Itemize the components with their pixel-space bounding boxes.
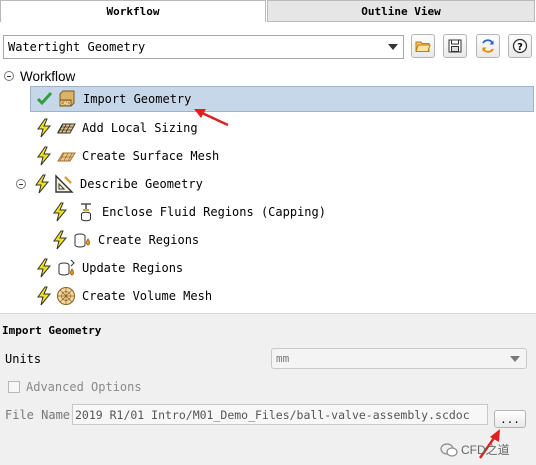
task-enclose-fluid-regions[interactable]: Enclose Fluid Regions (Capping) — [50, 199, 326, 225]
file-name-value: 2019 R1/01 Intro/M01_Demo_Files/ball-val… — [75, 407, 470, 422]
workflow-type-select[interactable]: Watertight Geometry — [3, 35, 404, 59]
capping-icon — [81, 203, 91, 222]
open-folder-icon — [415, 41, 431, 52]
annotation-arrow-icon — [194, 109, 229, 127]
chevron-down-icon — [510, 356, 520, 362]
panel-title: Import Geometry — [2, 324, 102, 337]
lightning-icon — [37, 258, 52, 278]
task-label: Add Local Sizing — [82, 121, 198, 135]
task-label: Enclose Fluid Regions (Capping) — [102, 205, 326, 219]
workflow-root[interactable]: Workflow — [0, 66, 75, 86]
wechat-icon — [440, 442, 458, 457]
tab-outline-view[interactable]: Outline View — [267, 0, 535, 22]
save-icon — [448, 39, 462, 53]
refresh-icon — [482, 39, 494, 53]
open-folder-button[interactable] — [411, 34, 435, 58]
svg-text:CAD: CAD — [60, 101, 71, 107]
units-value: mm — [276, 352, 290, 365]
chevron-down-icon — [388, 44, 398, 50]
task-label: Create Regions — [98, 233, 200, 247]
task-describe-geometry[interactable]: Describe Geometry — [16, 171, 203, 197]
task-create-volume-mesh[interactable]: Create Volume Mesh — [34, 283, 212, 309]
file-name-label: File Name — [5, 408, 71, 422]
task-label: Update Regions — [82, 261, 184, 275]
task-import-geometry[interactable]: CAD Import Geometry — [30, 86, 534, 112]
task-label: Describe Geometry — [80, 177, 203, 191]
lightning-icon — [35, 174, 50, 194]
collapse-toggle-icon[interactable] — [4, 71, 14, 81]
help-glyph: ? — [517, 42, 523, 53]
lightning-icon — [37, 286, 52, 306]
units-select[interactable]: mm — [271, 348, 527, 369]
lightning-icon — [53, 230, 68, 250]
advanced-options-checkbox[interactable] — [8, 381, 20, 393]
help-icon: ? — [512, 38, 528, 54]
describe-geometry-icon — [55, 174, 74, 193]
surface-mesh-icon — [57, 152, 76, 162]
task-panel: Import Geometry Units mm Advanced Option… — [0, 318, 536, 465]
cad-import-icon: CAD — [59, 90, 75, 107]
lightning-icon — [37, 118, 52, 138]
task-create-regions[interactable]: Create Regions — [50, 227, 199, 253]
task-label: Import Geometry — [83, 92, 192, 106]
lightning-icon — [53, 202, 68, 222]
advanced-options-label: Advanced Options — [26, 380, 142, 394]
task-label: Create Surface Mesh — [82, 149, 220, 163]
watermark-text: CFD之道 — [461, 443, 510, 457]
workflow-type-value: Watertight Geometry — [8, 40, 146, 54]
volume-mesh-icon — [57, 287, 75, 305]
tab-workflow[interactable]: Workflow — [0, 0, 266, 22]
help-button[interactable]: ? — [508, 34, 532, 58]
local-sizing-icon — [57, 123, 76, 134]
task-create-surface-mesh[interactable]: Create Surface Mesh — [34, 143, 219, 169]
watermark: CFD之道 — [440, 441, 510, 458]
task-label: Create Volume Mesh — [82, 289, 213, 303]
units-label: Units — [5, 352, 42, 366]
update-regions-icon — [58, 259, 75, 276]
task-update-regions[interactable]: Update Regions — [34, 255, 183, 281]
collapse-toggle-icon[interactable] — [16, 179, 26, 189]
checkmark-icon — [36, 91, 53, 106]
save-button[interactable] — [443, 34, 467, 58]
file-name-field[interactable]: 2019 R1/01 Intro/M01_Demo_Files/ball-val… — [72, 404, 488, 425]
create-regions-icon — [74, 233, 90, 248]
task-add-local-sizing[interactable]: Add Local Sizing — [34, 115, 198, 141]
lightning-icon — [37, 146, 52, 166]
workflow-root-label: Workflow — [20, 68, 76, 84]
refresh-button[interactable] — [476, 34, 500, 58]
